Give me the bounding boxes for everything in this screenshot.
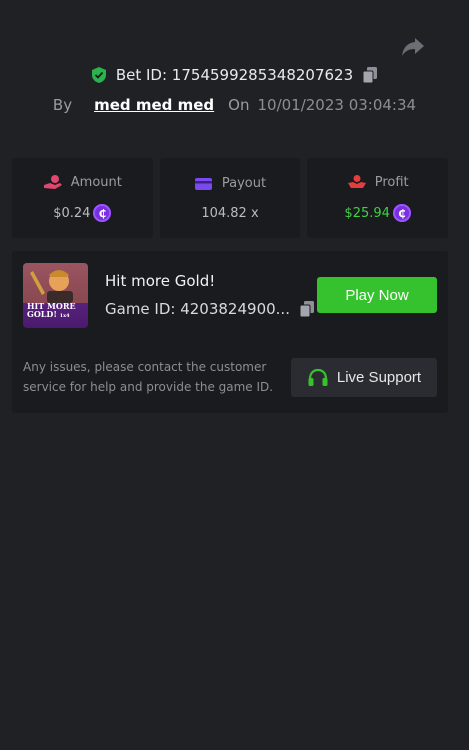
author-row: By med med med On 10/01/2023 03:04:34 xyxy=(0,96,469,114)
on-label: On xyxy=(228,96,250,114)
bet-id: Bet ID: 1754599285348207623 xyxy=(115,66,354,84)
currency-coin-icon: ₵ xyxy=(93,204,112,222)
card-icon xyxy=(194,176,214,192)
username-link[interactable]: med med med xyxy=(94,96,214,114)
stat-amount: Amount $0.24 ₵ xyxy=(12,158,153,238)
verified-shield-icon xyxy=(90,66,108,84)
stats-panel: Amount $0.24 ₵ Payout 104.82 x Profit $2… xyxy=(12,158,449,238)
game-card: HIT MORE GOLD! 1x4 Hit more Gold! Game I… xyxy=(12,251,448,413)
stat-profit-value: $25.94 xyxy=(344,205,390,221)
game-title: Hit more Gold! xyxy=(105,272,216,290)
stat-profit: Profit $25.94 ₵ xyxy=(307,158,449,238)
copy-game-id-icon[interactable] xyxy=(298,300,316,318)
currency-coin-icon: ₵ xyxy=(392,204,411,222)
game-thumbnail[interactable]: HIT MORE GOLD! 1x4 xyxy=(23,263,88,328)
bet-id-row: Bet ID: 1754599285348207623 xyxy=(0,66,469,84)
stat-amount-label: Amount xyxy=(70,174,122,190)
share-button[interactable] xyxy=(398,34,428,60)
stat-payout-value: 104.82 x xyxy=(201,205,259,221)
stat-profit-label: Profit xyxy=(374,174,409,190)
headset-icon xyxy=(307,368,329,388)
coin-hand-icon xyxy=(43,174,63,190)
live-support-button[interactable]: Live Support xyxy=(291,358,437,397)
by-label: By xyxy=(52,96,73,114)
stat-payout: Payout 104.82 x xyxy=(159,158,301,238)
game-id-row: Game ID: 4203824900... xyxy=(105,300,316,318)
share-icon xyxy=(402,38,424,56)
support-notice: Any issues, please contact the customer … xyxy=(23,360,274,394)
hand-money-icon xyxy=(347,174,367,190)
copy-bet-id-icon[interactable] xyxy=(361,66,379,84)
stat-amount-value: $0.24 xyxy=(53,205,91,221)
live-support-label: Live Support xyxy=(336,369,422,386)
thumbnail-title: HIT MORE GOLD! 1x4 xyxy=(27,301,76,319)
play-now-button[interactable]: Play Now xyxy=(317,277,437,313)
stat-payout-label: Payout xyxy=(221,176,267,191)
game-id: Game ID: 4203824900... xyxy=(105,300,290,318)
bet-date: 10/01/2023 03:04:34 xyxy=(257,96,417,114)
